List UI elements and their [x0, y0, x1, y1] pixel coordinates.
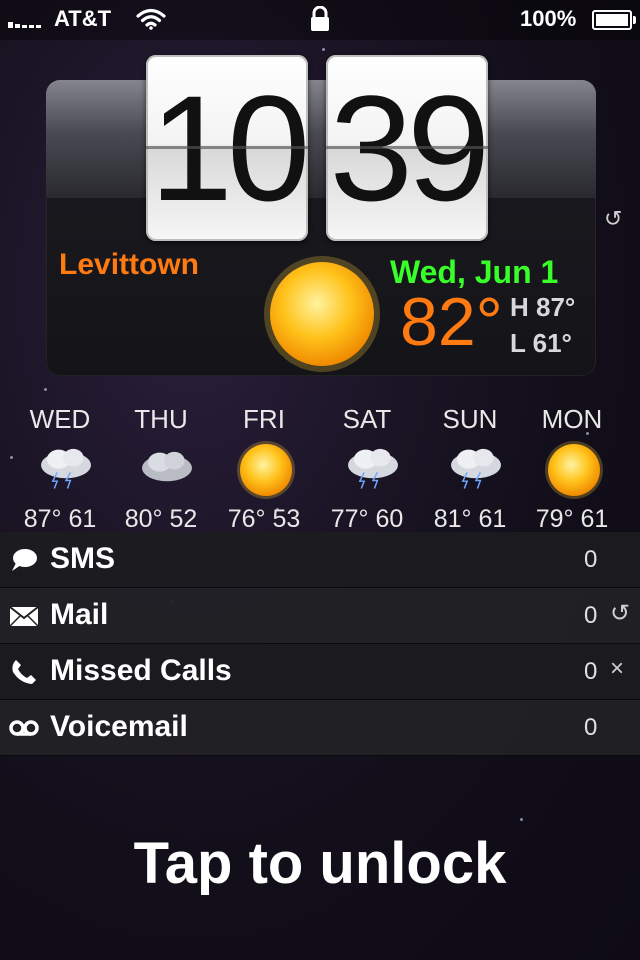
forecast-day: WED 87° 61 [8, 402, 112, 534]
battery-icon [592, 10, 636, 30]
forecast-temps: 87° 61 [23, 505, 97, 533]
tap-to-unlock[interactable]: Tap to unlock [0, 830, 640, 897]
forecast-temps: 77° 60 [330, 505, 404, 533]
forecast-day: FRI 76° 53 [212, 402, 316, 534]
status-bar: AT&T 100% [0, 0, 640, 40]
envelope-icon [9, 606, 39, 627]
notification-row-missed-calls[interactable]: Missed Calls 0 × [0, 644, 640, 700]
forecast-day-name: THU [134, 404, 188, 434]
current-temperature: 82° [400, 284, 503, 360]
weather-city: Levittown [59, 248, 199, 281]
forecast-temps: 81° 61 [433, 505, 507, 533]
thunderstorm-icon [41, 448, 91, 489]
notification-label: Missed Calls [50, 654, 232, 687]
forecast-day: THU 80° 52 [109, 402, 213, 534]
notification-count: 0 [584, 714, 598, 741]
signal-strength-icon [8, 10, 41, 28]
thunderstorm-icon [348, 448, 398, 489]
forecast-day: MON 79° 61 [520, 402, 624, 534]
wifi-icon [136, 8, 166, 30]
sun-icon [264, 256, 380, 372]
carrier-name: AT&T [54, 6, 112, 31]
high-temperature: H 87° [510, 292, 576, 322]
phone-icon [12, 660, 36, 684]
notification-label: SMS [50, 542, 116, 575]
notification-row-voicemail[interactable]: Voicemail 0 [0, 700, 640, 756]
notification-row-sms[interactable]: SMS 0 [0, 532, 640, 588]
forecast-strip: WED 87° 61 THU 80° 52 FRI 76° 53 SAT 77°… [0, 402, 640, 534]
clock-minutes-card: 39 [326, 55, 488, 241]
speech-bubble-icon [12, 549, 37, 571]
notification-count: 0 [584, 658, 598, 685]
sun-icon [545, 441, 603, 499]
notification-count: 0 [584, 602, 598, 629]
forecast-temps: 76° 53 [227, 505, 301, 533]
sun-icon [237, 441, 295, 499]
forecast-day-name: WED [29, 404, 91, 434]
notification-label: Mail [50, 598, 109, 631]
notification-row-mail[interactable]: Mail 0 ↺ [0, 588, 640, 644]
notification-list: SMS 0 Mail 0 ↺ Missed Calls 0 × Voicemai… [0, 532, 640, 756]
thunderstorm-icon [451, 448, 501, 489]
forecast-temps: 79° 61 [535, 505, 609, 533]
lock-icon [311, 6, 329, 31]
forecast-day-name: MON [541, 404, 603, 434]
forecast-day-name: SAT [342, 404, 392, 434]
forecast-day-name: SUN [442, 404, 498, 434]
notification-count: 0 [584, 546, 598, 573]
clock-hours-card: 10 [146, 55, 308, 241]
cloudy-icon [142, 451, 192, 482]
voicemail-icon [9, 720, 39, 736]
notification-label: Voicemail [50, 710, 188, 743]
forecast-temps: 80° 52 [124, 505, 198, 533]
forecast-day: SUN 81° 61 [418, 402, 522, 534]
refresh-icon[interactable]: ↺ [610, 599, 630, 628]
battery-percent: 100% [520, 6, 577, 31]
refresh-icon[interactable]: ↺ [604, 206, 622, 232]
close-icon[interactable]: × [610, 655, 624, 683]
forecast-day: SAT 77° 60 [315, 402, 419, 534]
forecast-day-name: FRI [243, 404, 285, 434]
low-temperature: L 61° [510, 328, 572, 358]
